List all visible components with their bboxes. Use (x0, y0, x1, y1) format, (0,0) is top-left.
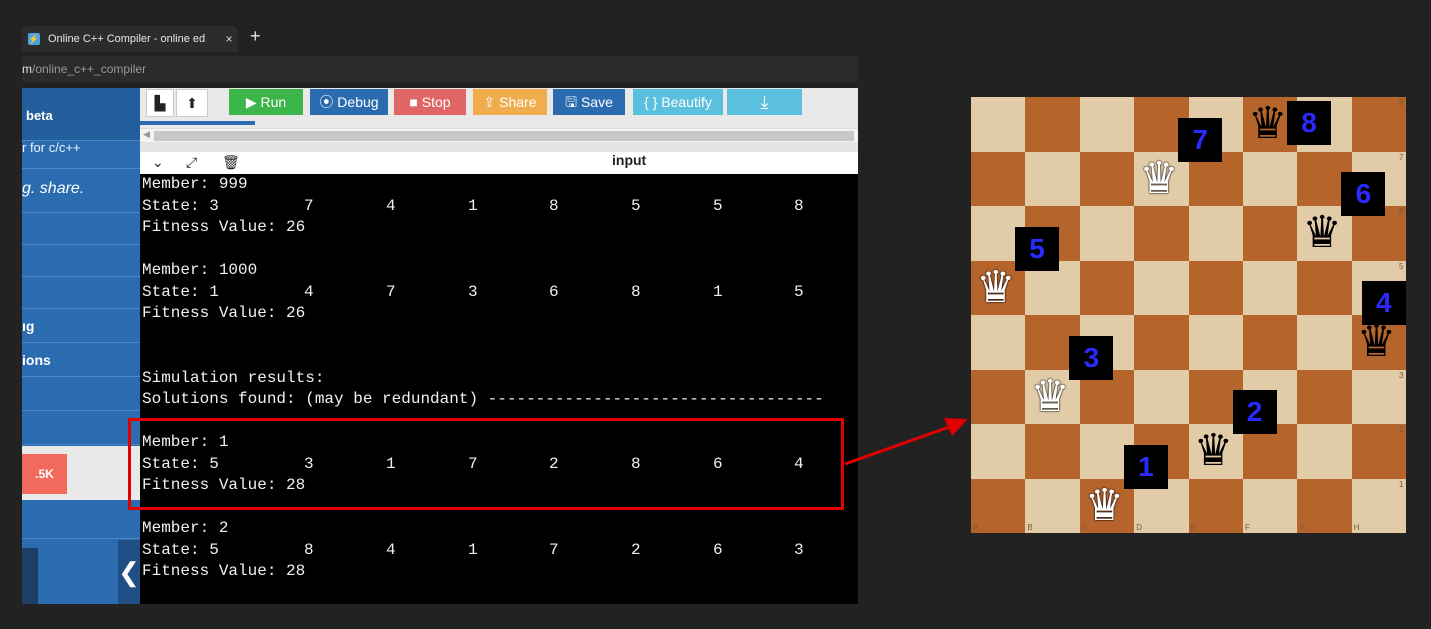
board-square (1351, 424, 1406, 479)
rank-label: 8 (1399, 98, 1404, 107)
queen-piece: ♛ (1030, 370, 1070, 422)
board-square (971, 478, 1026, 533)
queen-number-label: 1 (1123, 444, 1168, 489)
board-square (1297, 424, 1352, 479)
file-label: E (1190, 523, 1196, 532)
board-square (1351, 478, 1406, 533)
queen-number-label: 6 (1341, 172, 1386, 216)
rank-label: 5 (1399, 261, 1404, 271)
board-square (1351, 97, 1406, 152)
file-label: B (1027, 523, 1033, 532)
board-square (1243, 260, 1298, 315)
board-square (1243, 478, 1298, 533)
board-square (1297, 369, 1352, 424)
queen-number-label: 7 (1178, 117, 1223, 162)
board-square (1134, 369, 1189, 424)
queen-number-label: 4 (1361, 281, 1406, 325)
queen-piece: ♛ (1193, 425, 1234, 476)
board-square (1243, 206, 1298, 261)
queen-piece: ♛ (1248, 98, 1288, 149)
board-square (1243, 315, 1298, 370)
board-square (1134, 206, 1189, 261)
queen-piece: ♛ (976, 261, 1016, 313)
file-label: A (973, 523, 979, 532)
board-square (1297, 260, 1352, 315)
board-square (1188, 478, 1243, 533)
file-label: D (1136, 523, 1142, 532)
queen-number-label: 3 (1069, 335, 1114, 380)
board-square (1297, 315, 1352, 370)
board-square (1188, 260, 1243, 315)
queen-piece: ♛ (1139, 152, 1179, 204)
board-square (971, 369, 1026, 424)
queen-number-label: 8 (1287, 101, 1331, 145)
board-square (1079, 206, 1135, 261)
board-square (1188, 206, 1243, 261)
board-square (1025, 97, 1080, 152)
board-square (1079, 151, 1135, 206)
board-square (1025, 424, 1080, 479)
queen-number-label: 2 (1232, 390, 1277, 434)
board-square (971, 424, 1026, 479)
board-square (971, 315, 1026, 370)
board-square (1134, 315, 1189, 370)
board-square (1134, 260, 1189, 315)
queen-number-label: 5 (1015, 226, 1059, 271)
board-square (1079, 97, 1135, 152)
board-square (1243, 151, 1298, 206)
file-label: H (1353, 523, 1360, 532)
file-label: G (1299, 523, 1306, 532)
rank-label: 3 (1399, 370, 1404, 380)
queen-piece: ♛ (1356, 316, 1397, 367)
board-square (971, 97, 1026, 152)
file-label: F (1245, 523, 1250, 532)
queen-piece: ♛ (1084, 479, 1125, 531)
rank-label: 2 (1399, 425, 1404, 434)
rank-label: 1 (1399, 479, 1404, 489)
chessboard: ABCDEFGH12345678♛1♛2♛3♛4♛5♛6♛7♛8 (971, 97, 1406, 533)
board-square (1188, 315, 1243, 370)
queen-piece: ♛ (1302, 207, 1342, 258)
board-square (971, 151, 1026, 206)
board-square (1025, 478, 1080, 533)
rank-label: 6 (1399, 207, 1404, 216)
rank-label: 7 (1399, 152, 1404, 162)
arrow-line (844, 424, 953, 466)
board-square (1025, 151, 1080, 206)
board-square (1351, 369, 1406, 424)
board-square (1079, 260, 1135, 315)
